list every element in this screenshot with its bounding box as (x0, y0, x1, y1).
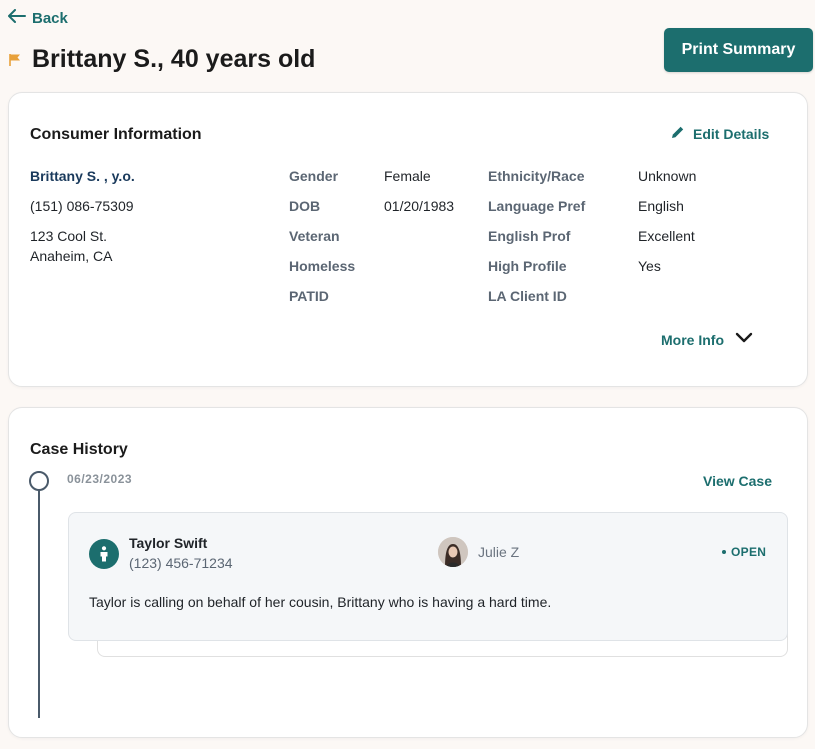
avatar (438, 537, 468, 567)
high-profile-label: High Profile (488, 258, 567, 274)
consumer-section-title: Consumer Information (30, 126, 202, 143)
dob-value: 01/20/1983 (384, 198, 455, 214)
status-dot (722, 550, 726, 554)
dob-label: DOB (289, 198, 321, 214)
consumer-information-card: Consumer Information Edit Details Britta… (8, 92, 808, 387)
consumer-address-line2: Anaheim, CA (30, 248, 113, 264)
veteran-label: Veteran (289, 228, 340, 244)
ethnicity-label: Ethnicity/Race (488, 168, 585, 184)
arrow-left-icon (8, 9, 26, 27)
flag-icon (8, 53, 22, 67)
back-label: Back (32, 9, 68, 27)
timeline-marker (29, 471, 49, 491)
caller-phone: (123) 456-71234 (129, 555, 233, 571)
more-info-toggle[interactable]: More Info (661, 331, 754, 348)
high-profile-value: Yes (638, 258, 661, 274)
case-history-title: Case History (30, 441, 128, 458)
consumer-phone: (151) 086-75309 (30, 198, 134, 214)
english-prof-value: Excellent (638, 228, 695, 244)
more-info-label: More Info (661, 331, 724, 348)
case-description: Taylor is calling on behalf of her cousi… (89, 594, 552, 610)
ethnicity-value: Unknown (638, 168, 697, 184)
language-pref-label: Language Pref (488, 198, 586, 214)
back-link[interactable]: Back (8, 9, 68, 27)
view-case-link[interactable]: View Case (703, 473, 772, 489)
gender-value: Female (384, 168, 431, 184)
case-card[interactable]: Taylor Swift (123) 456-71234 Julie Z OPE… (68, 512, 788, 641)
status-badge: OPEN (722, 545, 766, 559)
edit-details-label: Edit Details (693, 125, 770, 142)
homeless-label: Homeless (289, 258, 356, 274)
assigned-agent: Julie Z (478, 544, 520, 560)
english-prof-label: English Prof (488, 228, 571, 244)
language-pref-value: English (638, 198, 684, 214)
case-history-card: Case History 06/23/2023 View Case Taylor… (8, 407, 808, 738)
timeline-line (38, 489, 40, 718)
la-client-id-label: LA Client ID (488, 288, 567, 304)
edit-details-button[interactable]: Edit Details (671, 125, 769, 142)
consumer-name[interactable]: Brittany S. , y.o. (30, 168, 135, 184)
pencil-icon (671, 125, 685, 142)
caller-name: Taylor Swift (129, 535, 208, 551)
patid-label: PATID (289, 288, 329, 304)
case-date: 06/23/2023 (67, 472, 133, 486)
status-label: OPEN (731, 545, 767, 559)
person-icon (89, 539, 119, 569)
print-summary-button[interactable]: Print Summary (664, 28, 813, 72)
gender-label: Gender (289, 168, 339, 184)
chevron-down-icon (734, 331, 754, 348)
page-header: Brittany S., 40 years old (8, 45, 315, 74)
consumer-address-line1: 123 Cool St. (30, 228, 108, 244)
page-title: Brittany S., 40 years old (32, 45, 316, 73)
